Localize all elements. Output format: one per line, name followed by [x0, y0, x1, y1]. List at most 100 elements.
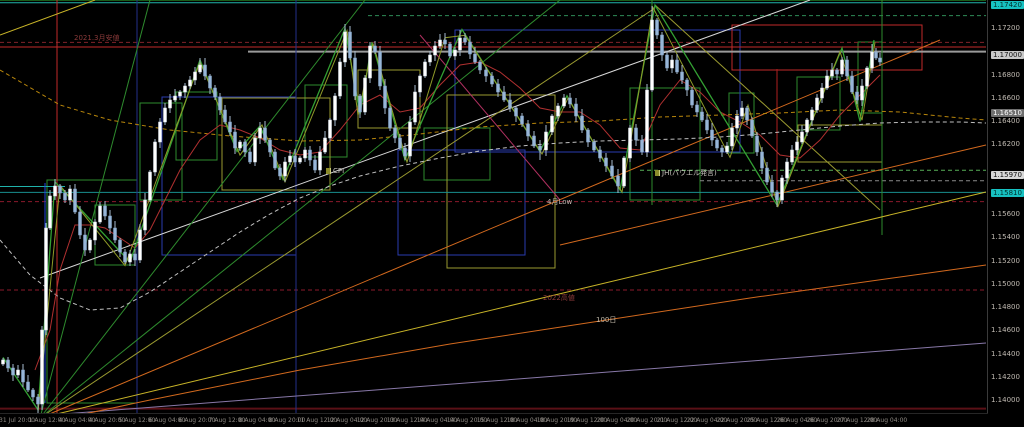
candle-body: [781, 178, 784, 200]
candlestick-chart[interactable]: [0, 0, 1024, 427]
candle-body: [304, 150, 307, 158]
price-axis-label: 1.15200: [991, 257, 1020, 265]
candle-body: [521, 116, 524, 124]
annotation-text: 2021.3月安値: [74, 33, 120, 43]
candle-body: [646, 90, 649, 152]
candle-body: [701, 112, 704, 120]
candle-body: [459, 38, 462, 50]
candle-body: [429, 55, 432, 62]
candle-body: [681, 72, 684, 80]
candle-body: [424, 62, 427, 76]
candle-body: [746, 108, 749, 120]
candle-body: [239, 142, 242, 148]
candle-body: [99, 206, 102, 222]
zigzag-main-line: [3, 5, 874, 410]
price-axis-badge: 1.16510: [991, 109, 1024, 117]
drawn-rectangle: [798, 125, 882, 162]
candle-body: [259, 128, 262, 138]
candle-body: [816, 98, 819, 110]
candle-body: [349, 32, 352, 58]
candle-body: [533, 136, 536, 146]
candle-body: [474, 54, 477, 62]
candle-body: [656, 20, 659, 35]
chart-annotation: JH(パウエル発言): [655, 168, 717, 178]
candle-body: [491, 76, 494, 84]
candle-body: [27, 382, 30, 390]
candle-body: [454, 50, 457, 56]
candle-body: [294, 156, 297, 162]
candle-body: [726, 146, 729, 152]
candle-body: [59, 186, 62, 193]
candle-body: [539, 146, 542, 150]
candle-body: [557, 106, 560, 116]
candle-body: [159, 122, 162, 142]
news-event-icon: [326, 168, 331, 174]
candle-body: [394, 128, 397, 138]
candle-body: [189, 80, 192, 86]
price-axis-label: 1.14600: [991, 326, 1020, 334]
candle-body: [651, 20, 654, 90]
candle-body: [741, 108, 744, 116]
candle-body: [434, 46, 437, 55]
candle-body: [289, 156, 292, 162]
candle-body: [414, 92, 417, 122]
chart-annotation: 2022高値: [543, 293, 575, 303]
drawn-rectangle: [47, 180, 137, 403]
candle-body: [64, 193, 67, 200]
candle-body: [399, 138, 402, 148]
candle-body: [264, 128, 267, 140]
candle-body: [485, 70, 488, 76]
chart-annotation: 2021.3月安値: [74, 33, 120, 43]
annotation-text: 4月Low: [547, 197, 572, 207]
candle-body: [871, 52, 874, 68]
candle-body: [736, 116, 739, 128]
candle-body: [199, 65, 202, 72]
price-axis-label: 1.15000: [991, 280, 1020, 288]
time-axis-label: 28 Aug 04:00: [867, 417, 907, 424]
price-axis-label: 1.16600: [991, 94, 1020, 102]
candle-body: [771, 182, 774, 192]
candle-body: [581, 116, 584, 130]
candle-body: [716, 140, 719, 148]
candle-body: [269, 140, 272, 152]
trend-line: [37, 343, 986, 416]
price-axis-label: 1.14400: [991, 350, 1020, 358]
candle-body: [731, 128, 734, 146]
candle-body: [821, 88, 824, 98]
candle-body: [611, 166, 614, 176]
candle-body: [41, 330, 44, 404]
candle-body: [875, 52, 878, 58]
annotation-text: 100日: [596, 315, 616, 325]
candle-body: [244, 142, 247, 152]
candle-body: [204, 65, 207, 76]
price-axis[interactable]: 1.172001.168001.166001.164001.162001.156…: [987, 0, 1024, 415]
candle-body: [515, 108, 518, 116]
candle-body: [154, 142, 157, 172]
candle-body: [666, 55, 669, 68]
chart-annotation: 4月Low: [547, 197, 572, 207]
candle-body: [831, 70, 834, 76]
candle-body: [334, 96, 337, 120]
drawn-rectangle: [447, 95, 555, 268]
candle-body: [179, 92, 182, 96]
candle-body: [229, 122, 232, 132]
drawn-rectangle: [732, 25, 922, 70]
time-axis[interactable]: 31 Jul 20:001 Aug 12:004 Aug 04:004 Aug …: [0, 413, 988, 427]
candle-body: [12, 368, 15, 375]
candle-body: [605, 158, 608, 166]
candle-body: [629, 128, 632, 158]
candle-body: [369, 46, 372, 78]
candle-body: [691, 90, 694, 105]
candle-body: [761, 152, 764, 168]
candle-body: [696, 105, 699, 112]
candle-body: [409, 122, 412, 156]
candle-body: [184, 86, 187, 92]
candle-body: [214, 88, 217, 97]
candle-body: [569, 98, 572, 104]
candle-body: [879, 58, 882, 62]
price-axis-badge: 1.15970: [991, 171, 1024, 179]
candle-body: [219, 97, 222, 110]
candle-body: [234, 132, 237, 148]
candle-body: [379, 52, 382, 86]
candle-body: [37, 397, 40, 404]
